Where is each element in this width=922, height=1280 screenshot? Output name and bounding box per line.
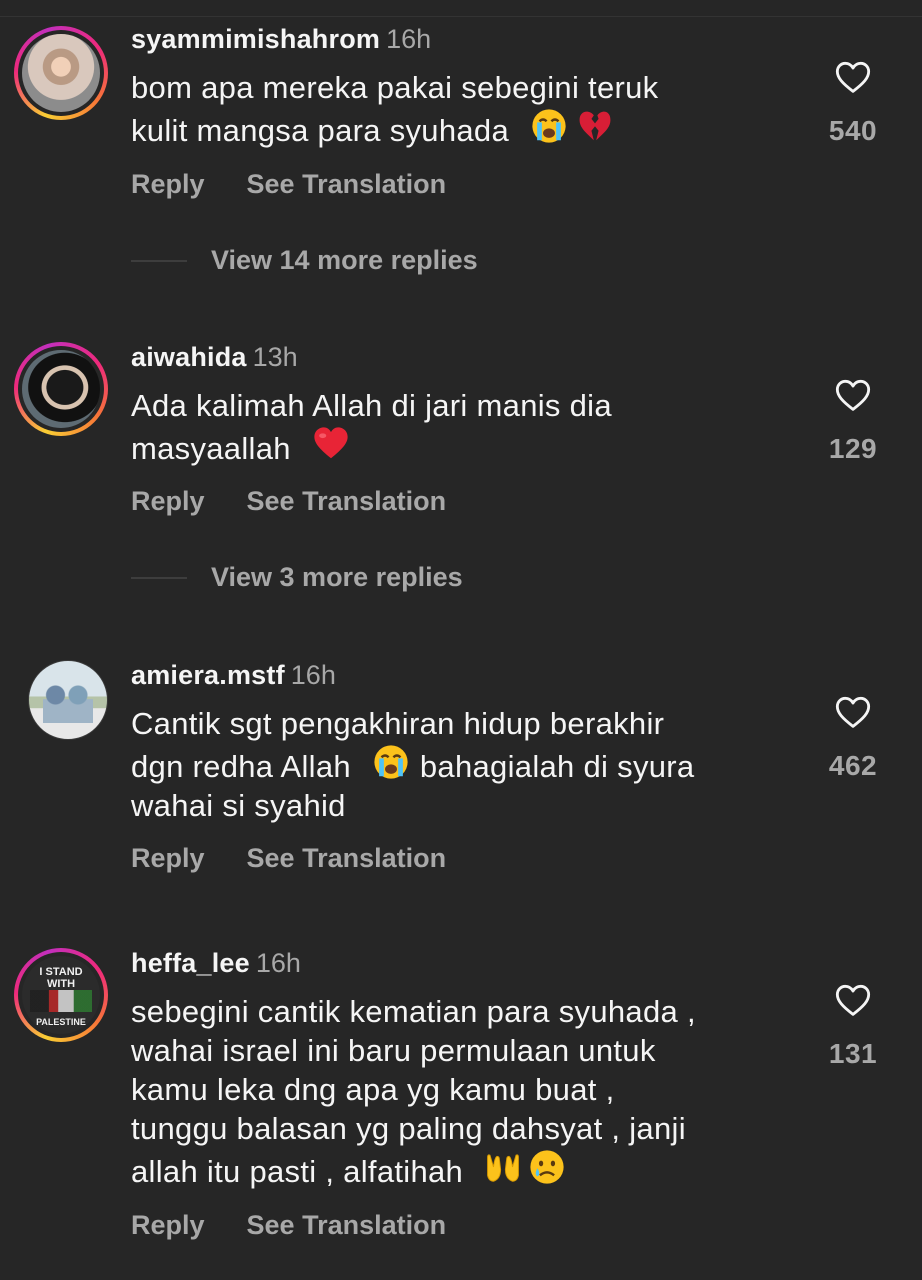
comment-line: tunggu balasan yg paling dahsyat , janji (131, 1111, 686, 1146)
comment-header: heffa_lee 16h (131, 946, 301, 980)
like-count: 540 (828, 115, 878, 146)
top-divider (0, 16, 922, 17)
avatar-text-line: I STAND (39, 966, 83, 978)
comment-line: wahai si syahid (131, 788, 346, 823)
comment-line-with-emoji: dgn redha Allah bahagialah di syura (131, 743, 771, 786)
heart-outline-icon[interactable] (833, 57, 873, 97)
comment-line: kulit mangsa para syuhada (131, 113, 510, 148)
like-control: 131 (820, 980, 886, 1070)
see-translation-button[interactable]: See Translation (247, 1210, 447, 1240)
reply-button[interactable]: Reply (131, 169, 205, 199)
red-heart-emoji-icon (312, 425, 350, 463)
comment-text: bom apa mereka pakai sebegini teruk kuli… (131, 68, 771, 150)
comment-actions: Reply See Translation (131, 484, 446, 518)
comment-line: Cantik sgt pengakhiran hidup berakhir (131, 706, 665, 741)
loudly-crying-face-emoji-icon (530, 107, 568, 145)
divider-line (131, 260, 187, 262)
see-translation-button[interactable]: See Translation (247, 843, 447, 873)
username[interactable]: amiera.mstf (131, 660, 285, 690)
broken-heart-emoji-icon (576, 107, 614, 145)
comment-text: Ada kalimah Allah di jari manis dia masy… (131, 386, 771, 468)
heart-outline-icon[interactable] (833, 692, 873, 732)
comment-actions: Reply See Translation (131, 1208, 446, 1242)
avatar-text: I STAND WITH PALESTINE (22, 966, 100, 1028)
like-control: 462 (820, 692, 886, 782)
comment-line: bahagialah di syura (419, 749, 695, 784)
timestamp: 16h (290, 660, 336, 690)
heart-outline-icon[interactable] (833, 375, 873, 415)
avatar-figures (43, 683, 93, 723)
avatar-story-ring[interactable]: I STAND WITH PALESTINE (14, 948, 108, 1042)
username[interactable]: heffa_lee (131, 948, 250, 978)
timestamp: 13h (252, 342, 298, 372)
reply-button[interactable]: Reply (131, 486, 205, 516)
comment-line: wahai israel ini baru permulaan untuk (131, 1033, 656, 1068)
timestamp: 16h (255, 948, 301, 978)
divider-line (131, 577, 187, 579)
reply-button[interactable]: Reply (131, 843, 205, 873)
like-count: 462 (828, 750, 878, 781)
avatar (22, 350, 100, 428)
see-translation-button[interactable]: See Translation (247, 486, 447, 516)
comment-line: sebegini cantik kematian para syuhada , (131, 994, 696, 1029)
heart-outline-icon[interactable] (833, 980, 873, 1020)
avatar (22, 34, 100, 112)
crying-face-emoji-icon (528, 1148, 566, 1186)
username[interactable]: aiwahida (131, 342, 247, 372)
like-control: 129 (820, 375, 886, 465)
comment-actions: Reply See Translation (131, 167, 446, 201)
like-count: 131 (828, 1038, 878, 1069)
comment-text: sebegini cantik kematian para syuhada , … (131, 992, 771, 1191)
comment-actions: Reply See Translation (131, 841, 446, 875)
comment-header: aiwahida 13h (131, 340, 298, 374)
view-more-replies-label[interactable]: View 3 more replies (211, 560, 463, 594)
comment-line: allah itu pasti , alfatihah (131, 1154, 464, 1189)
comment-line: kamu leka dng apa yg kamu buat , (131, 1072, 615, 1107)
comment-header: syammimishahrom 16h (131, 22, 431, 56)
comment-line-with-emoji: allah itu pasti , alfatihah (131, 1148, 771, 1191)
comment-line: masyaallah (131, 431, 291, 466)
avatar: I STAND WITH PALESTINE (22, 956, 100, 1034)
avatar-story-ring[interactable] (14, 342, 108, 436)
username[interactable]: syammimishahrom (131, 24, 380, 54)
see-translation-button[interactable]: See Translation (247, 169, 447, 199)
comment-header: amiera.mstf 16h (131, 658, 336, 692)
view-more-replies-label[interactable]: View 14 more replies (211, 243, 478, 277)
avatar-story-ring[interactable] (14, 26, 108, 120)
comment-line: dgn redha Allah (131, 749, 351, 784)
reply-button[interactable]: Reply (131, 1210, 205, 1240)
like-count: 129 (828, 433, 878, 464)
loudly-crying-face-emoji-icon (372, 743, 410, 781)
comment-line: Ada kalimah Allah di jari manis dia (131, 388, 612, 423)
palms-up-together-emoji-icon (484, 1148, 522, 1186)
comment-line-with-emoji: kulit mangsa para syuhada (131, 107, 771, 150)
comment-line-with-emoji: masyaallah (131, 425, 771, 468)
avatar-text-line: PALESTINE (36, 1017, 86, 1027)
timestamp: 16h (386, 24, 432, 54)
like-control: 540 (820, 57, 886, 147)
comment-line: bom apa mereka pakai sebegini teruk (131, 70, 659, 105)
avatar-text-line: WITH (46, 978, 76, 990)
comment-text: Cantik sgt pengakhiran hidup berakhir dg… (131, 704, 771, 825)
avatar[interactable] (28, 660, 108, 740)
